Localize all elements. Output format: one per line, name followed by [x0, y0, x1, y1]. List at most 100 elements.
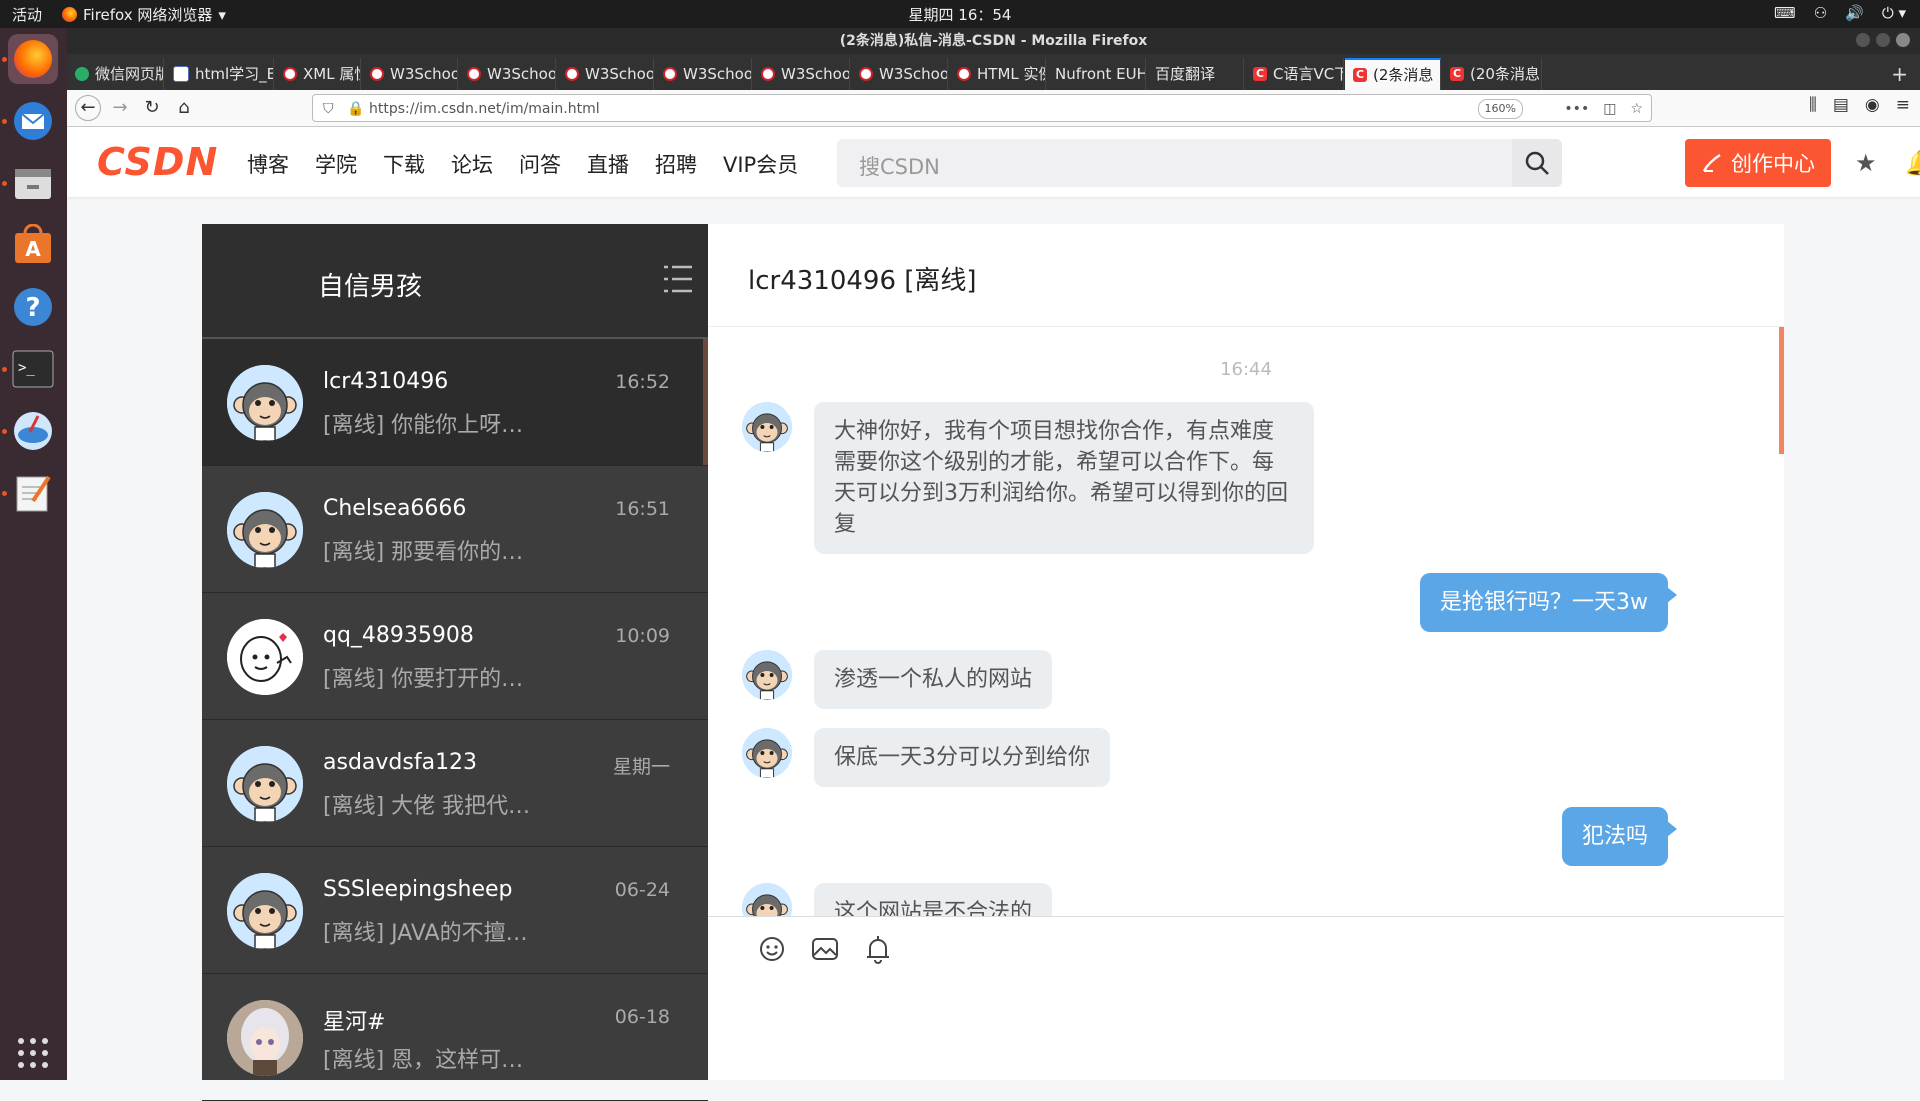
browser-tab[interactable]: W3School T: [753, 58, 850, 90]
chat-title: lcr4310496 [离线]: [748, 266, 977, 296]
contact-item[interactable]: Chelsea6666 16:51 [离线] 那要看你的…: [202, 466, 708, 593]
network-icon[interactable]: ⚇: [1814, 4, 1827, 22]
browser-tab[interactable]: W3School T: [459, 58, 556, 90]
search-box[interactable]: 搜CSDN: [837, 139, 1562, 187]
browser-tab[interactable]: XML 属性: [275, 58, 361, 90]
csdn-logo[interactable]: CSDN: [97, 140, 218, 184]
back-button[interactable]: ←: [75, 95, 101, 121]
contact-time: 10:09: [615, 625, 670, 647]
create-center-button[interactable]: 创作中心: [1685, 139, 1831, 187]
browser-tab[interactable]: html学习_E: [165, 58, 274, 90]
window-title: (2条消息)私信-消息-CSDN - Mozilla Firefox: [839, 33, 1148, 49]
list-menu-icon[interactable]: [664, 264, 692, 294]
contact-item[interactable]: asdavdsfa123 星期一 [离线] 大佬 我把代…: [202, 720, 708, 847]
nav-link[interactable]: 问答: [519, 149, 561, 179]
incoming-message: 这个网站是不合法的: [814, 883, 1053, 917]
mail-icon: [14, 102, 52, 140]
nav-link[interactable]: 直播: [587, 149, 629, 179]
tab-bar: 微信网页版 html学习_E XML 属性 W3School T W3School T W…: [67, 54, 1920, 90]
contact-item[interactable]: lcr4310496 16:52 [离线] 你能你上呀…: [202, 339, 708, 466]
contact-name: asdavdsfa123: [323, 750, 478, 775]
new-tab-button[interactable]: +: [1891, 62, 1908, 86]
show-applications-button[interactable]: [8, 1028, 58, 1078]
nav-link[interactable]: 下载: [383, 149, 425, 179]
browser-tab[interactable]: C (2条消息 ✕: [1345, 58, 1441, 90]
contact-preview: [离线] 你能你上呀…: [323, 413, 524, 438]
bell-icon[interactable]: [864, 935, 892, 969]
running-indicator: [2, 367, 7, 372]
contact-item[interactable]: 星河# 06-18 [离线] 恩，这样可…: [202, 974, 708, 1101]
close-tab-icon[interactable]: ✕: [1439, 60, 1440, 90]
browser-tab[interactable]: Nufront EUHT: [1047, 58, 1146, 90]
files-launcher[interactable]: [8, 158, 58, 208]
maximize-button[interactable]: [1876, 33, 1890, 47]
home-button[interactable]: ⌂: [171, 95, 197, 121]
library-icon[interactable]: ⫼: [1809, 95, 1817, 115]
message-list[interactable]: 16:44 大神你好，我有个项目想找你合作，有点难度需要你这个级别的才能，希望可…: [708, 327, 1784, 917]
notification-bell-icon[interactable]: 🔔: [1905, 149, 1920, 177]
browser-tab[interactable]: C C语言VC下载: [1245, 58, 1344, 90]
shield-icon[interactable]: ⛉: [323, 95, 334, 123]
navigation-toolbar: ← → ↻ ⌂ ⛉ 🔒 https://im.csdn.net/im/main.…: [67, 90, 1920, 127]
contact-item[interactable]: qq_48935908 10:09 [离线] 你要打开的…: [202, 593, 708, 720]
nav-link[interactable]: VIP会员: [723, 149, 798, 179]
browser-tab[interactable]: 百度翻译: [1147, 58, 1244, 90]
bowl-icon: [14, 412, 52, 450]
thunderbird-launcher[interactable]: [8, 96, 58, 146]
keyboard-icon[interactable]: ⌨: [1774, 4, 1796, 22]
nav-link[interactable]: 博客: [247, 149, 289, 179]
system-top-bar: 活动 Firefox 网络浏览器 ▾ 星期四 16：54 ⌨ ⚇ 🔊 ⏻ ▾: [0, 0, 1920, 28]
url-actions: ••• ◫ ☆: [1564, 95, 1643, 123]
terminal-launcher[interactable]: >_: [8, 344, 58, 394]
bookmark-star-icon[interactable]: ☆: [1630, 95, 1643, 123]
w3school-icon: [859, 67, 873, 81]
help-launcher[interactable]: ?: [8, 282, 58, 332]
browser-tab[interactable]: W3School T: [362, 58, 458, 90]
contact-time: 16:51: [615, 498, 670, 520]
close-window-button[interactable]: [1896, 33, 1910, 47]
running-indicator: [2, 119, 7, 124]
address-bar[interactable]: ⛉ 🔒 https://im.csdn.net/im/main.html 160…: [312, 94, 1652, 122]
pocket-icon[interactable]: ◫: [1603, 95, 1616, 123]
firefox-launcher[interactable]: [8, 34, 58, 84]
hamburger-menu-icon[interactable]: ≡: [1896, 95, 1910, 115]
search-input[interactable]: 搜CSDN: [859, 151, 940, 181]
nav-link[interactable]: 学院: [315, 149, 357, 179]
power-icon[interactable]: ⏻ ▾: [1882, 4, 1906, 22]
image-icon[interactable]: [810, 935, 840, 967]
w3school-icon: [957, 67, 971, 81]
csdn-icon: C: [1450, 67, 1464, 81]
message-timestamp: 16:44: [1220, 359, 1272, 380]
contact-name: Chelsea6666: [323, 496, 467, 521]
nav-link[interactable]: 论坛: [451, 149, 493, 179]
app-launcher-blue[interactable]: [8, 406, 58, 456]
lock-icon[interactable]: 🔒: [347, 95, 364, 123]
favorites-star-icon[interactable]: ★: [1855, 149, 1877, 177]
software-launcher[interactable]: A: [8, 220, 58, 270]
emoji-icon[interactable]: [758, 935, 786, 967]
wechat-icon: [75, 67, 89, 81]
account-icon[interactable]: ◉: [1865, 95, 1880, 115]
zoom-indicator[interactable]: 160%: [1477, 99, 1523, 119]
url-text[interactable]: https://im.csdn.net/im/main.html: [369, 95, 600, 123]
forward-button[interactable]: →: [107, 95, 133, 121]
browser-tab[interactable]: W3School T: [851, 58, 948, 90]
sidebar-icon[interactable]: ▤: [1833, 95, 1849, 115]
clock[interactable]: 星期四 16：54: [0, 4, 1920, 25]
text-editor-launcher[interactable]: [8, 468, 58, 518]
browser-tab[interactable]: C (20条消息)C: [1442, 58, 1542, 90]
search-button[interactable]: [1512, 139, 1562, 187]
volume-icon[interactable]: 🔊: [1845, 4, 1864, 22]
nav-link[interactable]: 招聘: [655, 149, 697, 179]
contact-item[interactable]: SSSleepingsheep 06-24 [离线] JAVA的不擅…: [202, 847, 708, 974]
browser-tab[interactable]: HTML 实例: [949, 58, 1046, 90]
browser-tab[interactable]: W3School T: [557, 58, 654, 90]
more-actions-icon[interactable]: •••: [1564, 95, 1589, 123]
message-scrollbar[interactable]: [1779, 327, 1784, 454]
browser-tab[interactable]: W3School T: [655, 58, 752, 90]
browser-tab[interactable]: 微信网页版: [67, 58, 164, 90]
reload-button[interactable]: ↻: [139, 95, 165, 121]
minimize-button[interactable]: [1856, 33, 1870, 47]
w3school-icon: [370, 67, 384, 81]
system-tray[interactable]: ⌨ ⚇ 🔊 ⏻ ▾: [1774, 4, 1906, 22]
